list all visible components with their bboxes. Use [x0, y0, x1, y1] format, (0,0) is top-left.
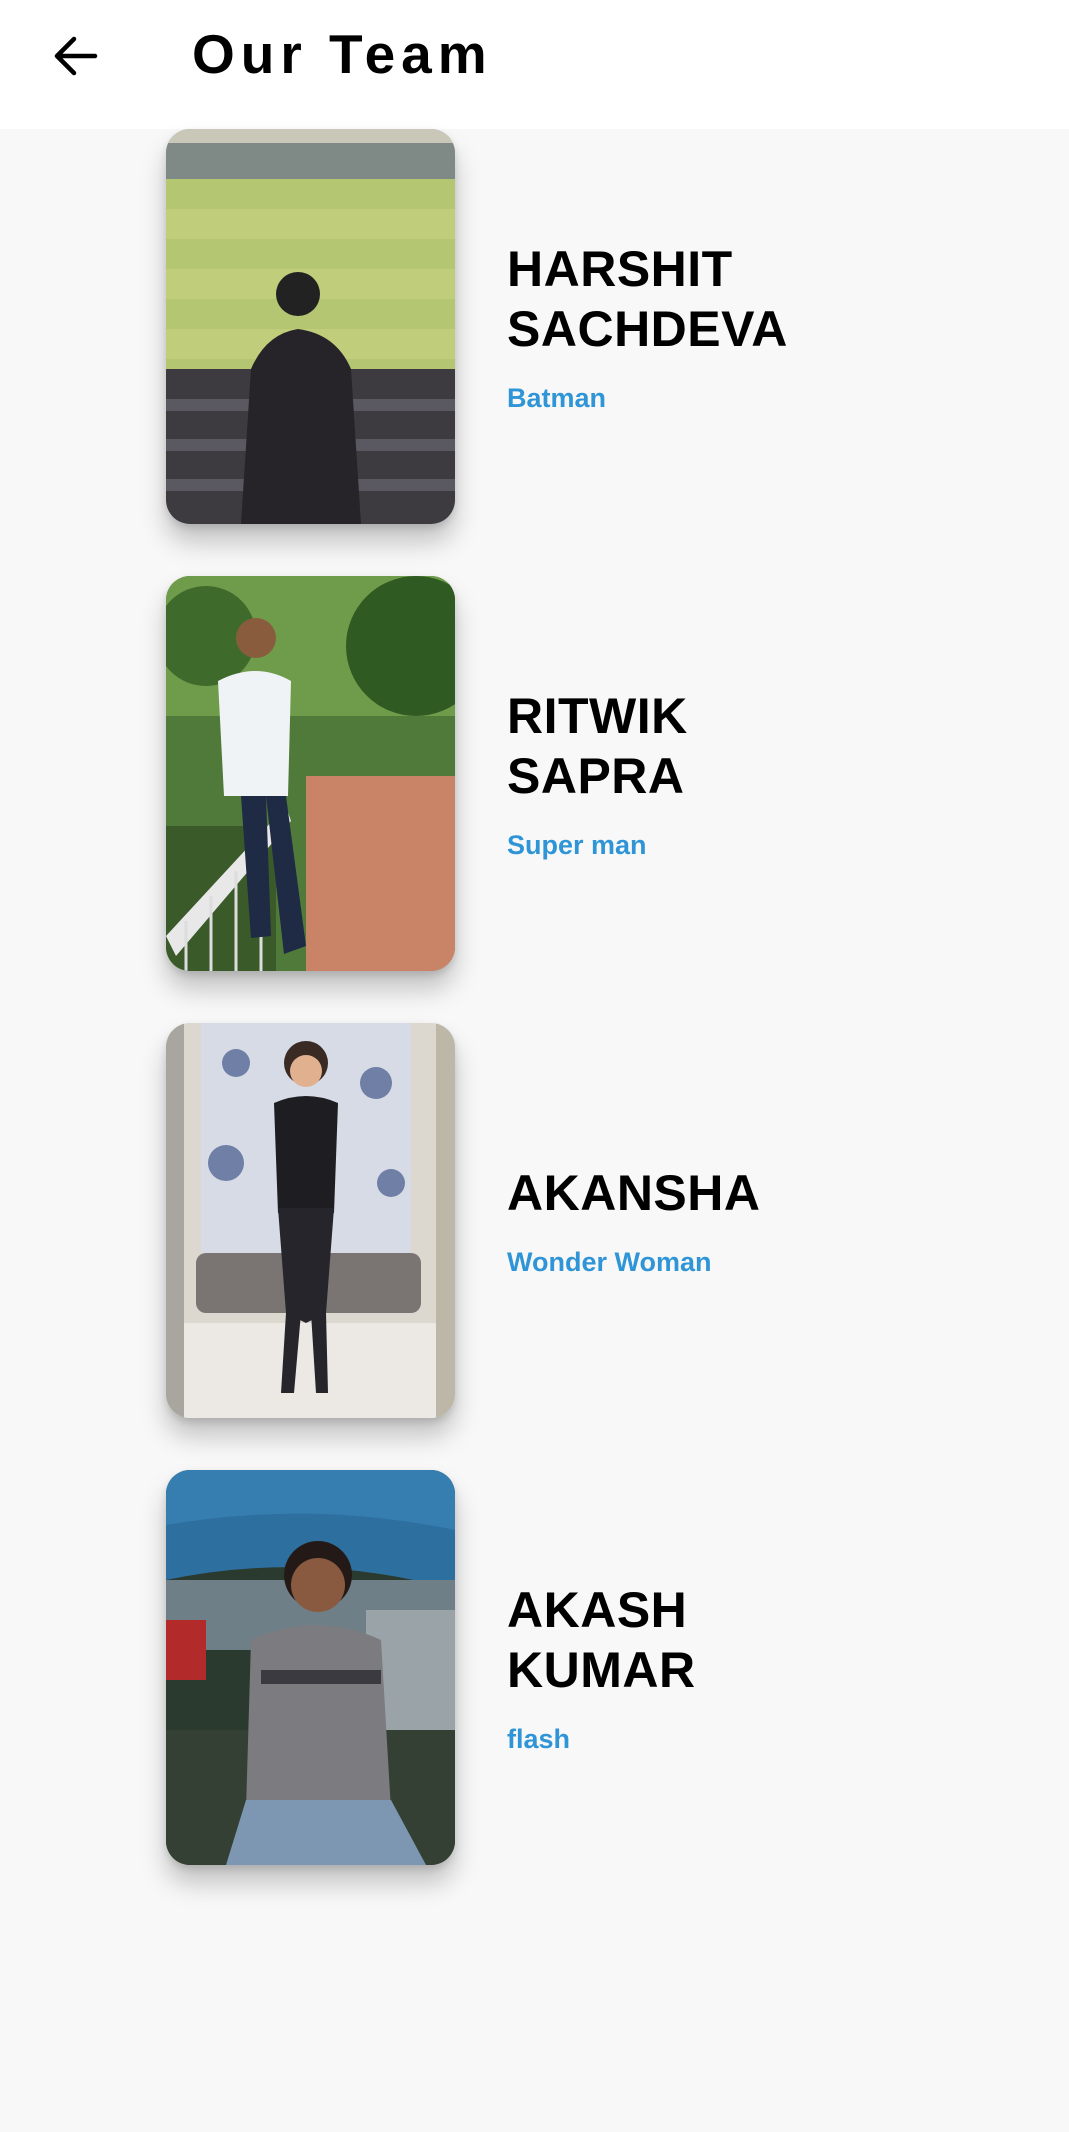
app-bar: Our Team: [0, 0, 1069, 129]
member-photo: [166, 129, 455, 524]
member-role: Batman: [507, 382, 607, 413]
member-info: RITWIK SAPRA Super man: [507, 576, 947, 971]
member-role: Wonder Woman: [507, 1246, 712, 1277]
member-name: AKANSHA: [507, 1164, 761, 1221]
member-info: AKASH KUMAR flash: [507, 1470, 947, 1865]
member-name: AKASH KUMAR: [507, 1581, 696, 1698]
member-name: RITWIK SAPRA: [507, 687, 688, 804]
stadium-photo: [166, 129, 455, 524]
garden-photo: [166, 576, 455, 971]
team-member-card[interactable]: HARSHIT SACHDEVA Batman: [166, 129, 966, 524]
armchair-photo: [166, 1023, 455, 1418]
member-info: HARSHIT SACHDEVA Batman: [507, 129, 947, 524]
member-info: AKANSHA Wonder Woman: [507, 1023, 947, 1418]
member-name: HARSHIT SACHDEVA: [507, 240, 788, 357]
team-member-card[interactable]: AKASH KUMAR flash: [166, 1470, 966, 1865]
member-role: flash: [507, 1723, 571, 1754]
page-title: Our Team: [192, 23, 493, 85]
team-member-card[interactable]: AKANSHA Wonder Woman: [166, 1023, 966, 1418]
member-photo: [166, 1023, 455, 1418]
arrow-left-icon: [54, 36, 98, 76]
member-role: Super man: [507, 829, 647, 860]
back-button[interactable]: [40, 26, 110, 86]
tent-photo: [166, 1470, 455, 1865]
team-member-card[interactable]: RITWIK SAPRA Super man: [166, 576, 966, 971]
member-photo: [166, 576, 455, 971]
member-photo: [166, 1470, 455, 1865]
